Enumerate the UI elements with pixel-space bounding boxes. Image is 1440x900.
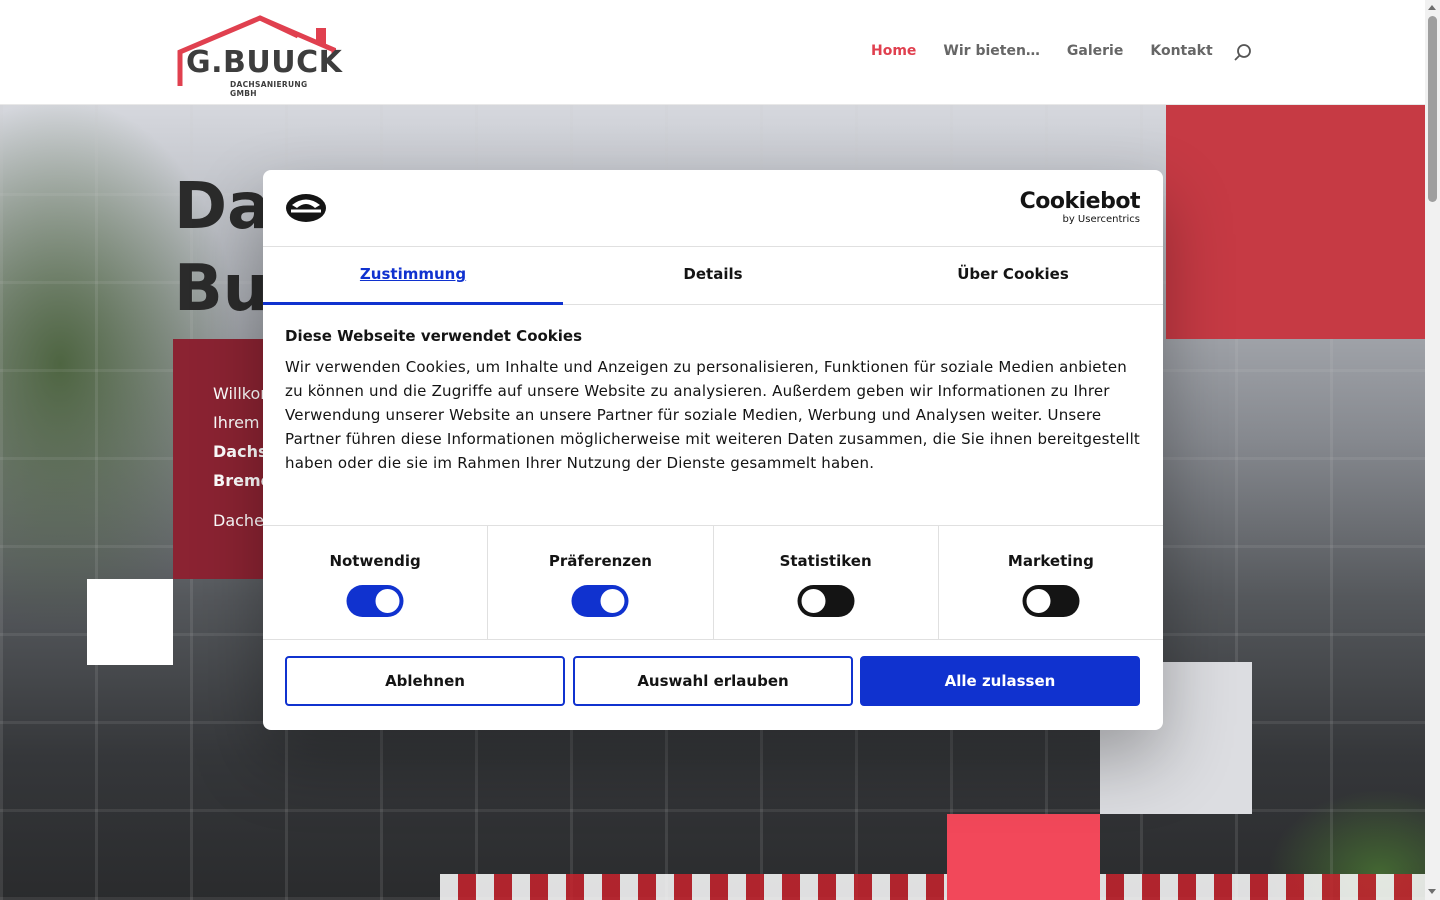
toggle-label: Präferenzen	[548, 552, 652, 570]
toggle-marketing: Marketing	[939, 526, 1163, 639]
construction-barrier	[440, 874, 1425, 900]
statistiken-switch[interactable]	[797, 585, 855, 617]
switch-knob	[375, 589, 400, 613]
decline-button[interactable]: Ablehnen	[285, 656, 565, 706]
cookie-site-logo-icon	[285, 192, 327, 228]
decor-white-square	[87, 579, 173, 665]
page-scrollbar[interactable]	[1425, 0, 1440, 900]
nav-galerie[interactable]: Galerie	[1067, 43, 1123, 59]
scroll-down-arrow-icon[interactable]	[1428, 889, 1436, 894]
nav-wir-bieten[interactable]: Wir bieten…	[943, 43, 1040, 59]
tab-zustimmung[interactable]: Zustimmung	[263, 247, 563, 305]
allow-selection-button[interactable]: Auswahl erlauben	[573, 656, 853, 706]
nav-kontakt[interactable]: Kontakt	[1150, 43, 1212, 59]
toggle-statistiken: Statistiken	[714, 526, 939, 639]
main-nav: Home Wir bieten… Galerie Kontakt	[871, 43, 1240, 59]
toggle-notwendig: Notwendig	[263, 526, 489, 639]
toggle-praeferenzen: Präferenzen	[488, 526, 714, 639]
welcome-subtext: Dache	[213, 511, 264, 530]
consent-toggles: Notwendig Präferenzen Statistiken Market…	[263, 525, 1163, 640]
search-icon[interactable]	[1233, 43, 1253, 63]
scroll-thumb[interactable]	[1428, 16, 1437, 202]
tab-details[interactable]: Details	[563, 247, 863, 304]
cookiebot-by: by Usercentrics	[1062, 214, 1140, 225]
marketing-switch[interactable]	[1022, 585, 1080, 617]
logo-subtitle: DACHSANIERUNG GMBH	[230, 80, 308, 98]
dialog-header: Cookiebot by Usercentrics	[263, 170, 1163, 247]
site-header: G.BUUCK DACHSANIERUNG GMBH Home Wir biet…	[0, 0, 1425, 105]
cookiebot-brand[interactable]: Cookiebot by Usercentrics	[1019, 189, 1141, 226]
site-logo[interactable]: G.BUUCK DACHSANIERUNG GMBH	[176, 14, 342, 98]
consent-tabs: Zustimmung Details Über Cookies	[263, 247, 1163, 305]
decor-red-block	[1166, 104, 1425, 339]
tab-ueber-cookies[interactable]: Über Cookies	[863, 247, 1163, 304]
toggle-label: Notwendig	[329, 552, 421, 570]
consent-text: Wir verwenden Cookies, um Inhalte und An…	[285, 358, 1141, 472]
nav-home[interactable]: Home	[871, 43, 916, 59]
switch-knob	[801, 589, 826, 613]
scroll-up-arrow-icon[interactable]	[1428, 5, 1436, 10]
notwendig-switch[interactable]	[346, 585, 404, 617]
cookie-consent-dialog: Cookiebot by Usercentrics Zustimmung Det…	[263, 170, 1163, 730]
hero-title: Da Bu	[174, 170, 271, 326]
toggle-label: Marketing	[1007, 552, 1094, 570]
consent-body: Diese Webseite verwendet Cookies Wir ver…	[285, 327, 1141, 475]
praeferenzen-switch[interactable]	[571, 585, 629, 617]
toggle-label: Statistiken	[779, 552, 872, 570]
logo-name: G.BUUCK	[186, 45, 343, 80]
consent-heading: Diese Webseite verwendet Cookies	[285, 327, 583, 345]
switch-knob	[1026, 589, 1051, 613]
decor-pink-square	[947, 814, 1100, 900]
cookiebot-name: Cookiebot	[1019, 189, 1141, 214]
switch-knob	[600, 589, 625, 613]
allow-all-button[interactable]: Alle zulassen	[860, 656, 1140, 706]
